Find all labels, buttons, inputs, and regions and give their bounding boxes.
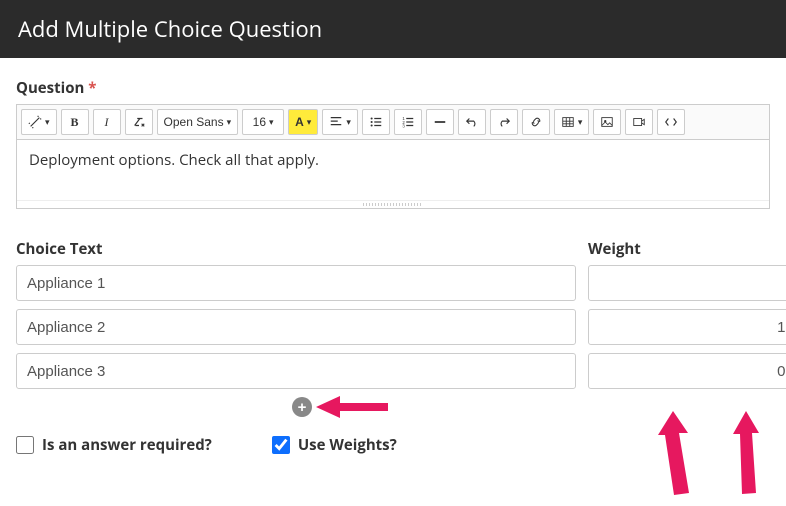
image-button[interactable] [593,109,621,135]
page-header: Add Multiple Choice Question [0,0,786,58]
choice-row [16,309,770,345]
choice-text-input[interactable] [16,309,576,345]
required-checkbox[interactable] [16,436,34,454]
choice-weight-input[interactable] [588,353,786,389]
page-title: Add Multiple Choice Question [18,14,322,44]
table-button[interactable]: ▾ [554,109,590,135]
editor-resize-grip[interactable] [17,200,769,208]
choice-text-input[interactable] [16,265,576,301]
code-view-button[interactable] [657,109,685,135]
svg-text:3: 3 [402,124,405,129]
use-weights-checkbox-label: Use Weights? [298,435,397,455]
choice-headers: Choice Text Weight [16,239,770,259]
required-checkbox-label: Is an answer required? [42,435,212,455]
choice-text-input[interactable] [16,353,576,389]
question-label-row: Question * [16,78,770,98]
choice-weight-input[interactable] [588,265,786,301]
clear-format-button[interactable] [125,109,153,135]
italic-button[interactable]: I [93,109,121,135]
options-row: Is an answer required? Use Weights? [16,435,770,455]
form-content: Question * ▾ B I Open Sans▾ 16▾ A▾ ▾ 123… [0,58,786,475]
use-weights-checkbox[interactable] [272,436,290,454]
choice-row [16,265,770,301]
add-choice-row: + [16,397,588,417]
choice-weight-header: Weight [588,239,688,259]
magic-button[interactable]: ▾ [21,109,57,135]
plus-icon: + [298,399,307,416]
redo-button[interactable] [490,109,518,135]
choice-weight-input[interactable] [588,309,786,345]
font-family-select[interactable]: Open Sans▾ [157,109,239,135]
choice-rows [16,265,770,389]
font-size-select[interactable]: 16▾ [242,109,284,135]
question-label: Question [16,78,84,98]
question-editor-body[interactable]: Deployment options. Check all that apply… [17,140,769,200]
bold-button[interactable]: B [61,109,89,135]
unordered-list-button[interactable] [362,109,390,135]
add-choice-button[interactable]: + [292,397,312,417]
choice-row [16,353,770,389]
use-weights-checkbox-wrap[interactable]: Use Weights? [272,435,397,455]
required-checkbox-wrap[interactable]: Is an answer required? [16,435,212,455]
align-button[interactable]: ▾ [322,109,358,135]
video-button[interactable] [625,109,653,135]
ordered-list-button[interactable]: 123 [394,109,422,135]
rich-text-editor: ▾ B I Open Sans▾ 16▾ A▾ ▾ 123 ▾ Deployme… [16,104,770,209]
annotation-arrow-add [316,393,396,432]
link-button[interactable] [522,109,550,135]
hr-button[interactable] [426,109,454,135]
required-asterisk: * [88,78,96,98]
undo-button[interactable] [458,109,486,135]
highlight-button[interactable]: A▾ [288,109,318,135]
editor-toolbar: ▾ B I Open Sans▾ 16▾ A▾ ▾ 123 ▾ [17,105,769,140]
choice-text-header: Choice Text [16,239,576,259]
